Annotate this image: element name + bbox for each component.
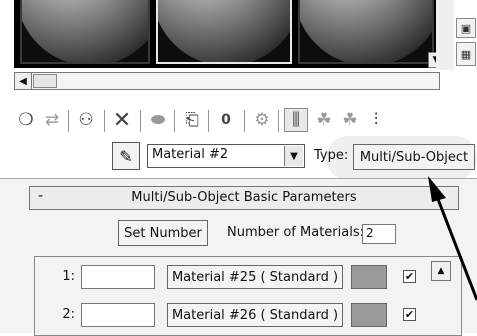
toolbar-divider bbox=[140, 110, 141, 132]
sample-uv-tiling-icon[interactable]: ▦ bbox=[456, 42, 476, 66]
reset-icon[interactable]: ✕ bbox=[110, 108, 134, 133]
background-icon[interactable]: ▣ bbox=[456, 18, 476, 38]
go-forward-sibling-icon[interactable]: ⫶ bbox=[364, 108, 388, 132]
go-to-parent-icon[interactable]: ☘ bbox=[338, 108, 362, 132]
set-number-button[interactable]: Set Number bbox=[118, 220, 208, 246]
toolbar-divider bbox=[68, 110, 69, 132]
rollout-title: Multi/Sub-Object Basic Parameters bbox=[131, 190, 357, 205]
assign-material-icon[interactable]: ⚇ bbox=[74, 108, 98, 132]
get-material-icon[interactable]: ❍ bbox=[14, 108, 38, 132]
pick-material-icon[interactable]: ✎ bbox=[112, 142, 140, 170]
submaterial-name-field[interactable] bbox=[81, 303, 155, 327]
slots-horizontal-scrollbar[interactable]: ◀ bbox=[14, 72, 440, 90]
list-item: 2: Material #26 ( Standard ) ✔ bbox=[35, 301, 461, 329]
number-of-materials-label: Number of Materials: bbox=[227, 225, 364, 240]
number-of-materials-field[interactable]: 2 bbox=[362, 224, 396, 244]
material-id-channel-icon[interactable]: ⚙ bbox=[250, 108, 274, 132]
sample-slot-2[interactable] bbox=[156, 0, 292, 64]
material-sphere bbox=[22, 0, 148, 62]
submaterial-button[interactable]: Material #25 ( Standard ) bbox=[167, 265, 343, 289]
enable-checkbox[interactable]: ✔ bbox=[403, 270, 416, 283]
submaterial-list: 1: Material #25 ( Standard ) ✔ 2: Materi… bbox=[34, 256, 462, 336]
show-end-result-icon[interactable]: ☘ bbox=[312, 108, 336, 132]
toolbar-divider bbox=[208, 110, 209, 132]
material-sphere bbox=[300, 0, 432, 62]
toolbar-divider bbox=[104, 110, 105, 132]
submaterial-id: 2: bbox=[62, 307, 75, 322]
sample-slot-1[interactable] bbox=[20, 0, 150, 64]
make-unique-icon[interactable]: ⎗ bbox=[180, 108, 204, 132]
sample-slots bbox=[14, 0, 436, 68]
list-item: 1: Material #25 ( Standard ) ✔ bbox=[35, 263, 461, 291]
show-map-icon[interactable]: ⫼ bbox=[284, 108, 308, 132]
toolbar-divider bbox=[174, 110, 175, 132]
submaterial-button[interactable]: Material #26 ( Standard ) bbox=[167, 303, 343, 327]
color-swatch[interactable] bbox=[351, 265, 387, 289]
toolbar-divider bbox=[244, 110, 245, 132]
material-name-value: Material #2 bbox=[152, 147, 229, 162]
submaterial-name-field[interactable] bbox=[81, 265, 155, 289]
list-scroll-up[interactable]: ▲ bbox=[431, 261, 451, 281]
make-copy-icon[interactable]: ⬬ bbox=[146, 108, 170, 132]
rollout-header[interactable]: - Multi/Sub-Object Basic Parameters bbox=[29, 186, 459, 210]
material-name-field[interactable]: Material #2 ▼ bbox=[147, 144, 305, 168]
put-to-library-icon[interactable]: 0 bbox=[214, 108, 238, 132]
scroll-left-arrow[interactable]: ◀ bbox=[15, 73, 32, 89]
put-to-scene-icon[interactable]: ⇄ bbox=[40, 108, 64, 132]
material-editor-toolbar: ❍ ⇄ ⚇ ✕ ⬬ ⎗ 0 ⚙ ⫼ ☘ ☘ ⫶ bbox=[14, 104, 477, 136]
submaterial-id: 1: bbox=[62, 269, 75, 284]
scroll-thumb[interactable] bbox=[33, 74, 57, 88]
side-toolbar-gap bbox=[436, 0, 454, 70]
sample-slot-3[interactable] bbox=[298, 0, 434, 64]
enable-checkbox[interactable]: ✔ bbox=[403, 308, 416, 321]
material-sphere bbox=[158, 0, 290, 62]
material-type-button[interactable]: Multi/Sub-Object bbox=[353, 144, 475, 170]
chevron-down-icon[interactable]: ▼ bbox=[284, 146, 303, 166]
type-label: Type: bbox=[314, 148, 349, 163]
color-swatch[interactable] bbox=[351, 303, 387, 327]
toolbar-divider bbox=[278, 110, 279, 132]
